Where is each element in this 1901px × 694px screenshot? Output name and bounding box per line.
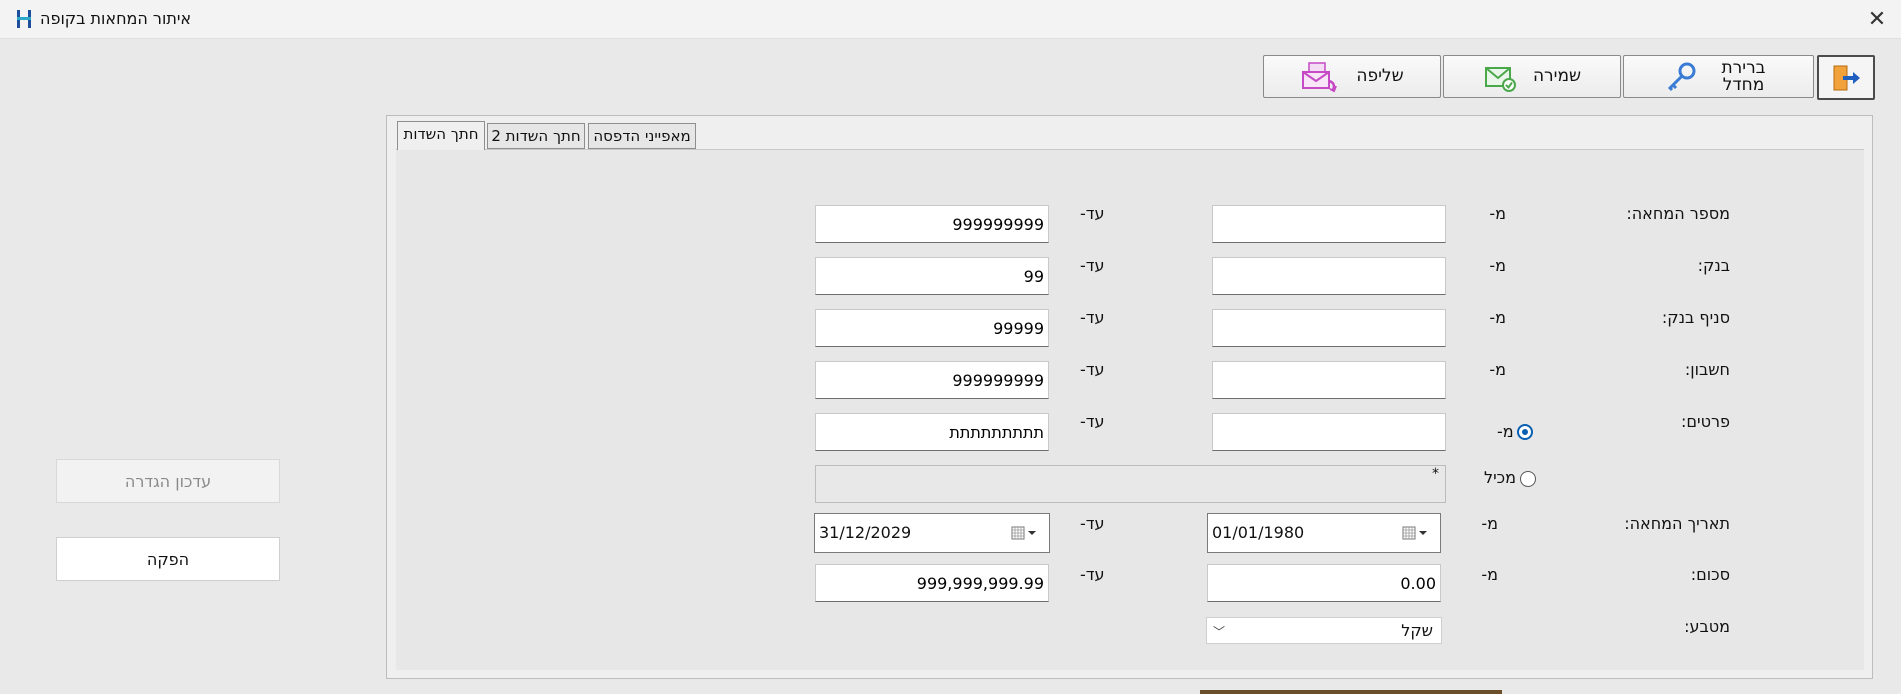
- bank-from-input[interactable]: [1212, 257, 1446, 295]
- details-from-radio-label: מ-: [1497, 422, 1514, 441]
- bank-from-label: מ-: [1489, 256, 1506, 275]
- window-title: איתור המחאות בקופה: [40, 9, 192, 28]
- amount-label: סכום:: [1690, 565, 1730, 584]
- check-date-label: תאריך המחאה:: [1624, 514, 1730, 533]
- save-envelope-icon: [1484, 66, 1516, 92]
- bank-branch-label: סניף בנק:: [1661, 308, 1730, 327]
- bank-branch-from-label: מ-: [1489, 308, 1506, 327]
- account-label: חשבון:: [1684, 360, 1730, 379]
- amount-to-input[interactable]: [815, 564, 1049, 602]
- title-bar: איתור המחאות בקופה ✕: [0, 0, 1901, 39]
- amount-from-label: מ-: [1481, 565, 1498, 584]
- app-logo-icon: [17, 10, 31, 28]
- account-from-label: מ-: [1489, 360, 1506, 379]
- check-number-to-label: עד-: [1080, 204, 1105, 223]
- currency-select[interactable]: שקל ﹀: [1206, 617, 1442, 644]
- amount-from-input[interactable]: [1207, 564, 1441, 602]
- amount-to-label: עד-: [1080, 565, 1105, 584]
- check-date-to-picker[interactable]: 31/12/2029: [814, 513, 1050, 553]
- check-date-from-value: 01/01/1980: [1212, 523, 1305, 542]
- details-to-label: עד-: [1080, 412, 1105, 431]
- check-number-to-input[interactable]: [815, 205, 1049, 243]
- account-to-input[interactable]: [815, 361, 1049, 399]
- details-contains-value: *: [1432, 466, 1439, 482]
- retrieve-button[interactable]: שליפה: [1263, 55, 1441, 98]
- bank-to-label: עד-: [1080, 256, 1105, 275]
- details-label: פרטים:: [1681, 412, 1730, 431]
- bank-branch-from-input[interactable]: [1212, 309, 1446, 347]
- details-contains-radio-label: מכיל: [1484, 468, 1516, 487]
- tab-print-settings[interactable]: מאפייני הדפסה: [588, 123, 696, 149]
- details-contains-input[interactable]: *: [815, 465, 1446, 503]
- update-definition-button[interactable]: עדכון הגדרה: [56, 459, 280, 503]
- check-number-label: מספר המחאה:: [1626, 204, 1730, 223]
- check-date-from-picker[interactable]: 01/01/1980: [1207, 513, 1441, 553]
- save-label: שמירה: [1532, 66, 1582, 86]
- details-to-input[interactable]: [815, 413, 1049, 451]
- calendar-dropdown-icon[interactable]: [1011, 525, 1039, 541]
- produce-button[interactable]: הפקה: [56, 537, 280, 581]
- select-default-label: ברירת מחדל: [1721, 57, 1766, 95]
- close-window-icon[interactable]: ✕: [1863, 5, 1891, 33]
- chevron-down-icon: ﹀: [1213, 625, 1226, 639]
- tab-field-filter[interactable]: חתך השדות: [397, 121, 485, 150]
- select-default-button[interactable]: ברירת מחדל: [1623, 55, 1814, 98]
- bank-label: בנק:: [1697, 256, 1730, 275]
- retrieve-envelope-icon: [1302, 61, 1338, 92]
- currency-value: שקל: [1401, 621, 1433, 640]
- calendar-dropdown-icon[interactable]: [1402, 525, 1430, 541]
- bank-to-input[interactable]: [815, 257, 1049, 295]
- details-from-radio[interactable]: [1517, 424, 1533, 440]
- currency-label: מטבע:: [1684, 617, 1730, 636]
- exit-button[interactable]: [1817, 55, 1875, 100]
- account-to-label: עד-: [1080, 360, 1105, 379]
- check-date-from-label: מ-: [1481, 514, 1498, 533]
- form-area: [396, 149, 1864, 670]
- account-from-input[interactable]: [1212, 361, 1446, 399]
- bank-branch-to-label: עד-: [1080, 308, 1105, 327]
- details-from-input[interactable]: [1212, 413, 1446, 451]
- check-date-to-label: עד-: [1080, 514, 1105, 533]
- check-number-from-label: מ-: [1489, 204, 1506, 223]
- key-icon: [1667, 62, 1695, 91]
- background-strip: [1200, 690, 1502, 694]
- check-number-from-input[interactable]: [1212, 205, 1446, 243]
- save-button[interactable]: שמירה: [1443, 55, 1621, 98]
- retrieve-label: שליפה: [1356, 66, 1404, 86]
- details-contains-radio[interactable]: [1520, 471, 1536, 487]
- check-date-to-value: 31/12/2029: [819, 523, 912, 542]
- exit-door-icon: [1833, 65, 1860, 90]
- tab-field-filter-2[interactable]: חתך השדות 2: [487, 123, 585, 149]
- bank-branch-to-input[interactable]: [815, 309, 1049, 347]
